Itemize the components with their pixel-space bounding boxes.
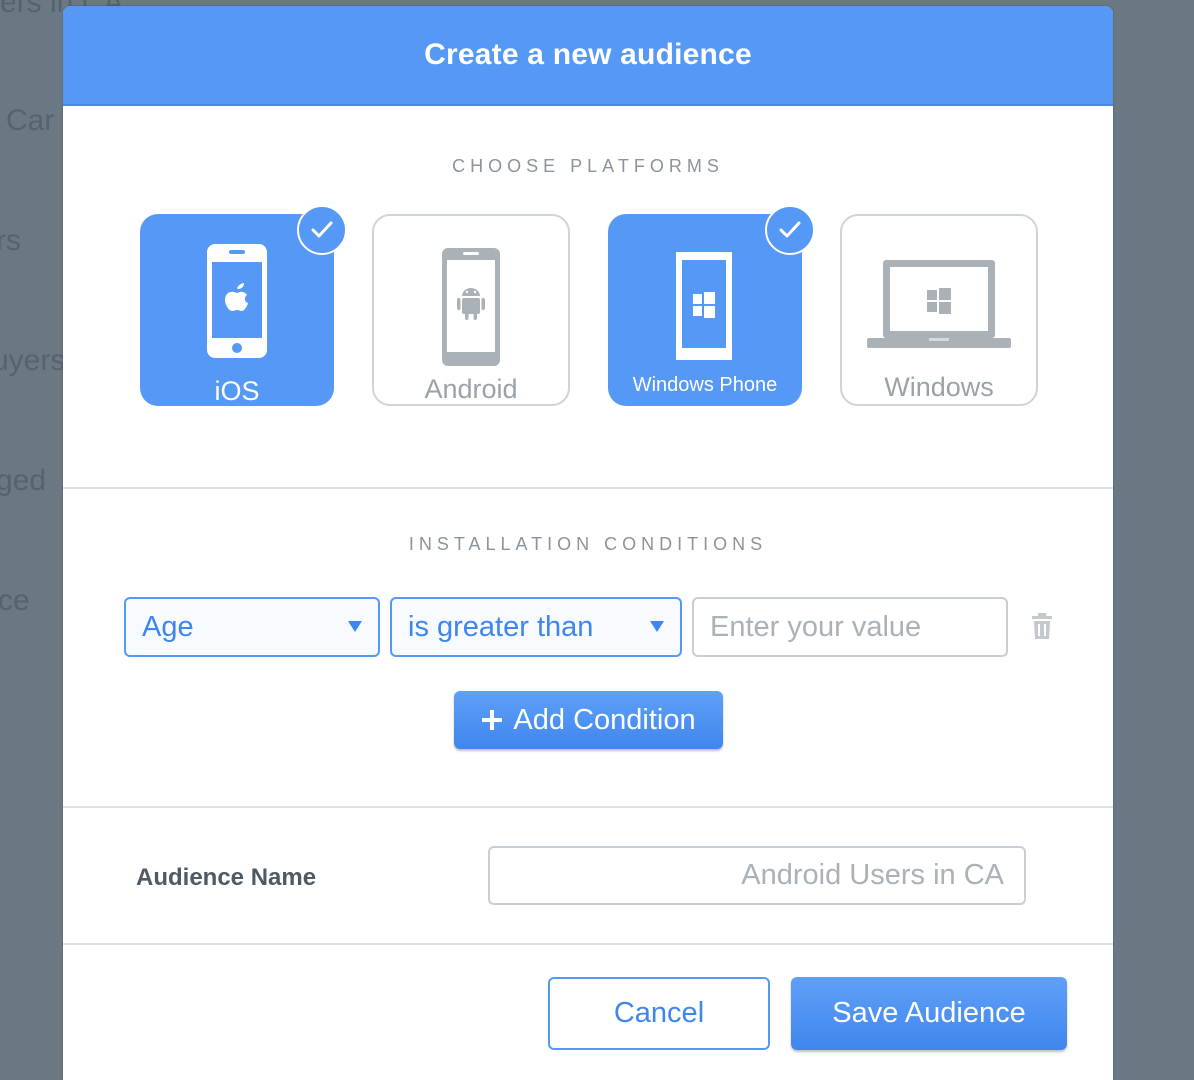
android-phone-icon <box>442 248 500 366</box>
section-divider <box>63 806 1113 808</box>
background-text: ce <box>0 584 30 617</box>
platform-card-windows[interactable]: Windows <box>840 214 1038 406</box>
checkmark-icon <box>297 205 347 255</box>
cancel-button[interactable]: Cancel <box>548 977 770 1050</box>
conditions-section-title: INSTALLATION CONDITIONS <box>408 534 768 554</box>
background-text: ged <box>0 464 47 497</box>
platform-label-android: Android <box>424 374 518 404</box>
platform-card-ios[interactable]: iOS <box>140 205 347 406</box>
create-audience-modal: Create a new audience CHOOSE PLATFORMS i… <box>63 6 1113 1080</box>
windows-phone-icon <box>676 252 732 360</box>
add-condition-button[interactable]: Add Condition <box>454 691 723 749</box>
windows-laptop-icon <box>867 260 1011 348</box>
platform-label-ios: iOS <box>214 376 260 406</box>
background-text: Car <box>6 104 55 137</box>
condition-operator-select[interactable]: is greater than <box>390 597 682 657</box>
condition-field-value: Age <box>142 610 194 643</box>
condition-value-input[interactable] <box>692 597 1008 657</box>
condition-field-select[interactable]: Age <box>124 597 380 657</box>
platform-label-windows-phone: Windows Phone <box>632 374 778 396</box>
save-audience-button[interactable]: Save Audience <box>791 977 1067 1050</box>
checkmark-icon <box>765 205 815 255</box>
plus-icon <box>482 710 503 730</box>
audience-name-input[interactable] <box>488 846 1026 905</box>
dropdown-arrow-icon <box>650 621 664 632</box>
platform-card-android[interactable]: Android <box>372 214 570 406</box>
background-text: rs <box>0 224 21 257</box>
modal-header: Create a new audience <box>63 6 1113 106</box>
platforms-section-title: CHOOSE PLATFORMS <box>452 156 724 176</box>
platform-label-windows: Windows <box>884 372 994 402</box>
audience-name-label: Audience Name <box>136 864 317 891</box>
background-text: uyers <box>0 344 66 377</box>
section-divider <box>63 487 1113 489</box>
platform-card-windows-phone[interactable]: Windows Phone <box>608 205 815 406</box>
dropdown-arrow-icon <box>348 621 362 632</box>
trash-icon[interactable] <box>1032 613 1052 639</box>
modal-title: Create a new audience <box>424 38 752 71</box>
condition-operator-value: is greater than <box>408 610 594 643</box>
section-divider <box>63 943 1113 945</box>
iphone-apple-icon <box>207 244 267 358</box>
add-condition-label: Add Condition <box>513 703 696 736</box>
